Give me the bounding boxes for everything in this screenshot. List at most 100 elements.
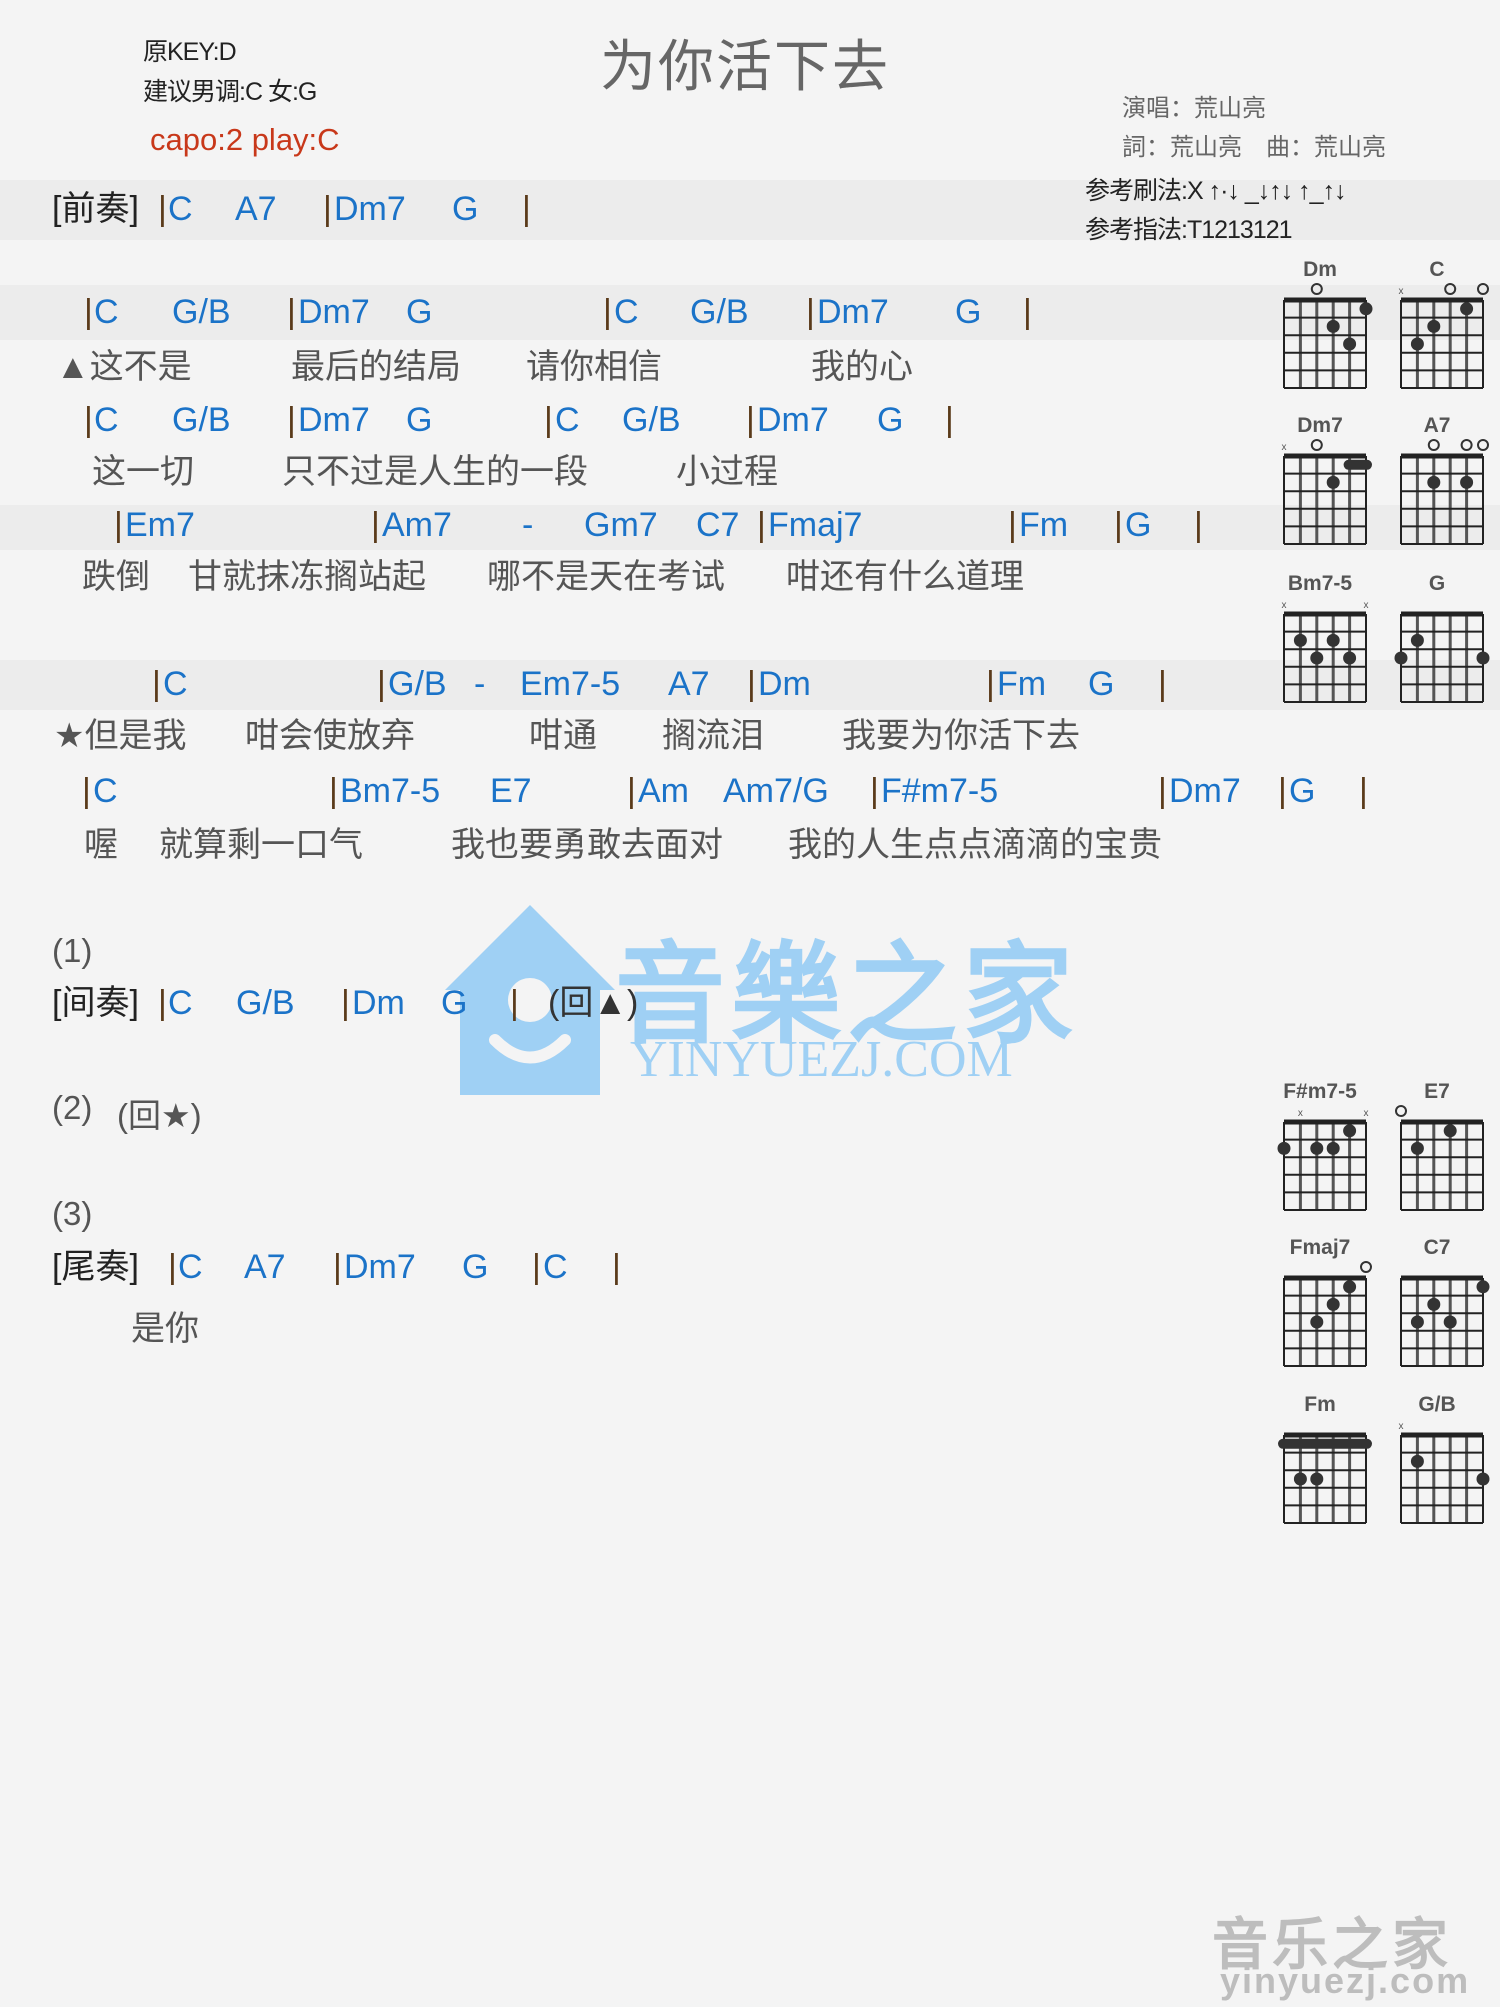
chord: G/B xyxy=(388,665,447,703)
finger-pattern: 参考指法:T1213121 xyxy=(1085,216,1293,244)
chord: Fm xyxy=(997,665,1047,703)
open-string-icon xyxy=(1427,439,1440,451)
lyric: 我也要勇敢去面对 xyxy=(451,826,723,864)
bar-line: | xyxy=(945,401,954,439)
fretboard-grid: x xyxy=(1399,1421,1490,1524)
bar-line: | xyxy=(986,665,995,703)
open-string-icon xyxy=(1310,439,1323,451)
lyric: 搁流泪 xyxy=(662,717,764,755)
finger-dot-icon xyxy=(1460,475,1474,489)
lyric: 咁通 xyxy=(529,717,597,755)
chord: Em7 xyxy=(125,506,195,544)
corner-watermark-en: yinyuezj.com xyxy=(1220,1960,1471,2001)
lyric: 最后的结局 xyxy=(291,348,461,386)
chord: G/B xyxy=(622,401,681,439)
finger-dot-icon xyxy=(1326,319,1340,333)
finger-dot-icon xyxy=(1293,1472,1307,1486)
bar-line: | xyxy=(84,401,93,439)
chord: E7 xyxy=(490,772,532,810)
lyric: 喔 xyxy=(84,826,118,864)
open-string-icon xyxy=(1360,1261,1372,1273)
finger-dot-icon xyxy=(1343,651,1357,665)
chord: Dm xyxy=(758,665,811,703)
chord: G xyxy=(877,401,904,439)
finger-dot-icon xyxy=(1343,1124,1357,1138)
open-string-icon xyxy=(1444,283,1457,295)
chord: A7 xyxy=(668,665,710,703)
lyric: 咁还有什么道理 xyxy=(786,558,1024,596)
bar-line: | xyxy=(1158,772,1167,810)
finger-dot-icon xyxy=(1343,337,1357,351)
singer: 演唱：荒山亮 xyxy=(1122,95,1266,122)
lyric: 我的人生点点滴滴的宝贵 xyxy=(788,826,1162,864)
bar-line: | xyxy=(323,190,332,228)
chord: G/B xyxy=(172,293,231,331)
muted-string-icon: x xyxy=(1282,442,1287,453)
lyric: 咁会使放弃 xyxy=(245,717,415,755)
bg-band xyxy=(0,505,1500,550)
muted-string-icon: x xyxy=(1364,1108,1369,1119)
chord-diagram-name: Bm7-5 xyxy=(1287,572,1353,595)
chord: F#m7-5 xyxy=(881,772,999,810)
finger-dot-icon xyxy=(1326,1141,1340,1155)
bar-line: | xyxy=(1359,772,1368,810)
muted-string-icon: x xyxy=(1399,1421,1404,1432)
chord: C xyxy=(93,772,118,810)
chord: Am xyxy=(638,772,689,810)
lyric: 就算剩一口气 xyxy=(159,826,363,864)
muted-string-icon: x xyxy=(1364,600,1369,611)
chord: Em7-5 xyxy=(520,665,621,703)
fretboard-grid xyxy=(1394,611,1490,703)
chord: C xyxy=(168,190,193,228)
chord: Dm7 xyxy=(298,293,370,331)
open-string-icon xyxy=(1395,1105,1407,1117)
fretboard-grid xyxy=(1395,1105,1484,1211)
repeat-marker: (回★) xyxy=(117,1097,202,1134)
finger-dot-icon xyxy=(1326,475,1340,489)
finger-dot-icon xyxy=(1310,1472,1324,1486)
chord: G xyxy=(955,293,982,331)
finger-dot-icon xyxy=(1476,1280,1490,1294)
finger-dot-icon xyxy=(1410,337,1424,351)
chord-diagram-name: Fm xyxy=(1304,1393,1336,1416)
bar-line: | xyxy=(522,190,531,228)
separator-dash: - xyxy=(474,665,486,703)
chord: Dm7 xyxy=(817,293,889,331)
chord: Dm7 xyxy=(757,401,829,439)
chord-diagram-name: C xyxy=(1429,258,1445,281)
bar-line: | xyxy=(341,984,350,1022)
bar-line: | xyxy=(377,665,386,703)
finger-dot-icon xyxy=(1427,319,1441,333)
chord: Fm xyxy=(1019,506,1069,544)
capo-info: capo:2 play:C xyxy=(150,122,340,157)
chord: G xyxy=(462,1248,489,1286)
part-marker: (1) xyxy=(52,932,93,969)
finger-dot-icon xyxy=(1293,633,1307,647)
finger-dot-icon xyxy=(1310,1141,1324,1155)
bar-line: | xyxy=(158,984,167,1022)
chord-diagram-name: Fmaj7 xyxy=(1289,1236,1351,1259)
part-marker: (3) xyxy=(52,1195,93,1232)
finger-dot-icon xyxy=(1427,475,1441,489)
chord-diagram-name: C7 xyxy=(1423,1236,1451,1259)
bar-line: | xyxy=(746,401,755,439)
bar-line: | xyxy=(168,1248,177,1286)
open-string-icon xyxy=(1477,283,1489,295)
chord-diagram-name: G/B xyxy=(1418,1393,1456,1416)
open-string-icon xyxy=(1477,439,1489,451)
original-key: 原KEY:D xyxy=(143,38,237,66)
chord: G xyxy=(1088,665,1115,703)
chord-diagram-name: A7 xyxy=(1423,414,1451,437)
finger-dot-icon xyxy=(1410,633,1424,647)
bar-line: | xyxy=(333,1248,342,1286)
chord: C xyxy=(163,665,188,703)
finger-dot-icon xyxy=(1343,1280,1357,1294)
chord: G/B xyxy=(172,401,231,439)
bar-line: | xyxy=(627,772,636,810)
lyric: 我要为你活下去 xyxy=(842,717,1080,755)
chord: C xyxy=(168,984,193,1022)
watermark-en: YINYUEZJ.COM xyxy=(630,1031,1013,1088)
section-label: [间奏] xyxy=(52,984,139,1022)
chord: C7 xyxy=(696,506,740,544)
barre-icon xyxy=(1278,1438,1372,1449)
